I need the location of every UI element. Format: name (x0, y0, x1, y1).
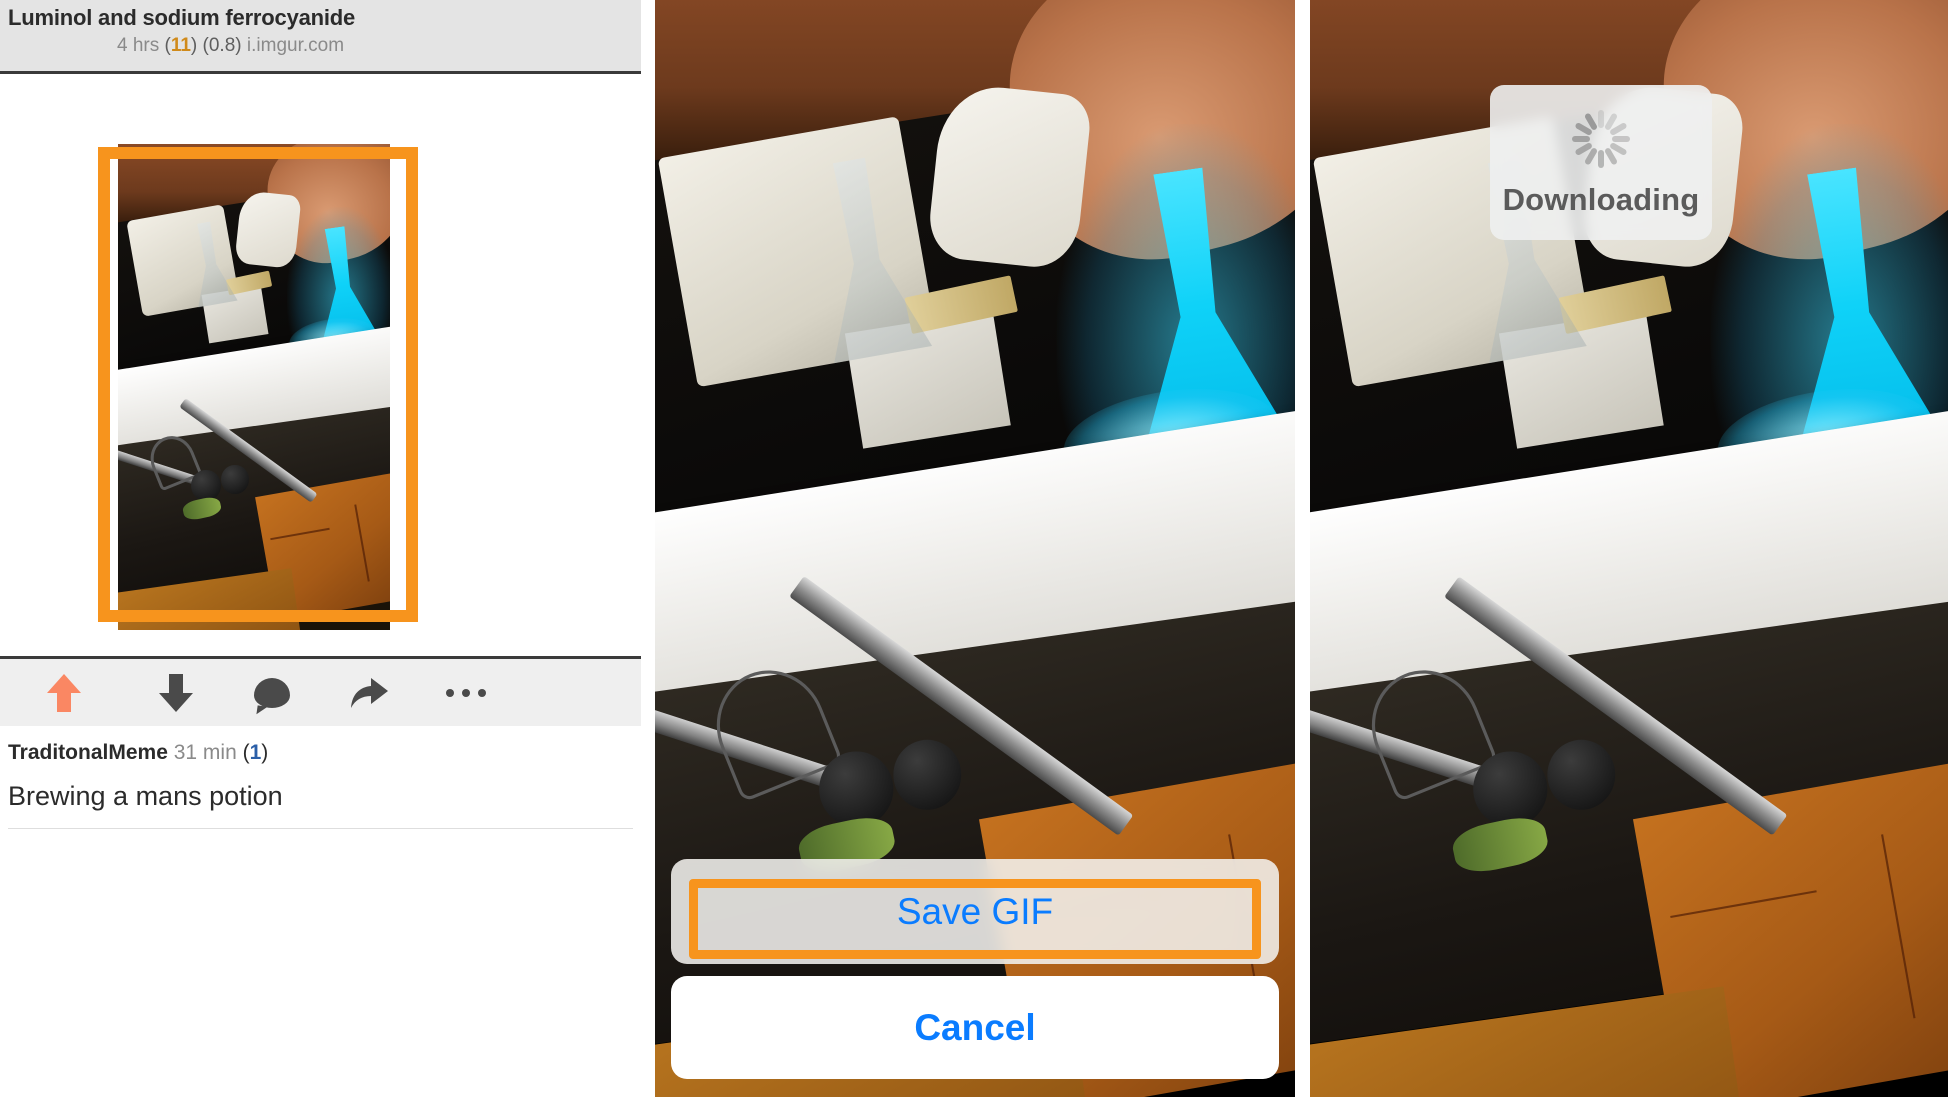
share-arrow-icon (349, 676, 389, 710)
lab-scene-graphic (118, 144, 390, 630)
overflow-dots-icon (446, 688, 486, 697)
comments-button[interactable] (224, 659, 320, 726)
comment-score-close: ) (261, 741, 269, 764)
post-header[interactable]: Luminol and sodium ferrocyanide 4 hrs (1… (0, 0, 641, 74)
downloading-hud: Downloading (1490, 85, 1712, 240)
post-title: Luminol and sodium ferrocyanide (8, 5, 356, 30)
downvote-button[interactable] (128, 659, 224, 726)
top-comment[interactable]: TraditonalMeme 31 min (1) Brewing a mans… (0, 726, 641, 829)
cancel-button[interactable]: Cancel (671, 976, 1279, 1079)
comment-author[interactable]: TraditonalMeme (8, 741, 168, 764)
comment-age: 31 min (173, 741, 237, 764)
post-score-ratio-value: 0.8 (208, 35, 236, 56)
post-thumbnail-area[interactable]: 10s (0, 74, 641, 656)
downloading-panel: Downloading (1310, 0, 1948, 1097)
comment-score-open: ( (242, 741, 250, 764)
upvote-arrow-icon (47, 674, 81, 712)
comment-score: 1 (249, 741, 262, 764)
downloading-label: Downloading (1502, 181, 1700, 217)
post-comment-count-close: ) (190, 35, 198, 56)
more-options-button[interactable] (418, 659, 514, 726)
comment-bubble-icon (254, 677, 290, 708)
screenshot-stage: Luminol and sodium ferrocyanide 4 hrs (1… (0, 0, 1948, 1097)
upvote-button[interactable] (0, 659, 128, 726)
share-button[interactable] (320, 659, 418, 726)
post-action-bar (0, 656, 641, 726)
post-score-ratio-close: ) (235, 35, 242, 56)
save-gif-button[interactable]: Save GIF (671, 859, 1279, 964)
share-arrow-svg (351, 677, 388, 708)
action-sheet-panel: Save GIF Cancel (655, 0, 1295, 1097)
comment-divider (8, 828, 633, 829)
loading-spinner-icon (1570, 108, 1632, 170)
post-comment-count: 11 (170, 35, 191, 56)
post-domain: i.imgur.com (246, 35, 345, 56)
post-thumbnail-image[interactable] (118, 144, 390, 630)
post-meta: 4 hrs (11) (0.8) i.imgur.com (8, 33, 633, 59)
downvote-arrow-icon (159, 674, 193, 712)
reddit-post-panel: Luminol and sodium ferrocyanide 4 hrs (1… (0, 0, 641, 1097)
action-sheet-group: Save GIF (671, 859, 1279, 964)
comment-body: Brewing a mans potion (8, 781, 283, 811)
comment-meta: TraditonalMeme 31 min (1) (8, 740, 633, 766)
ios-action-sheet: Save GIF Cancel (655, 859, 1295, 1097)
post-age: 4 hrs (116, 35, 160, 56)
